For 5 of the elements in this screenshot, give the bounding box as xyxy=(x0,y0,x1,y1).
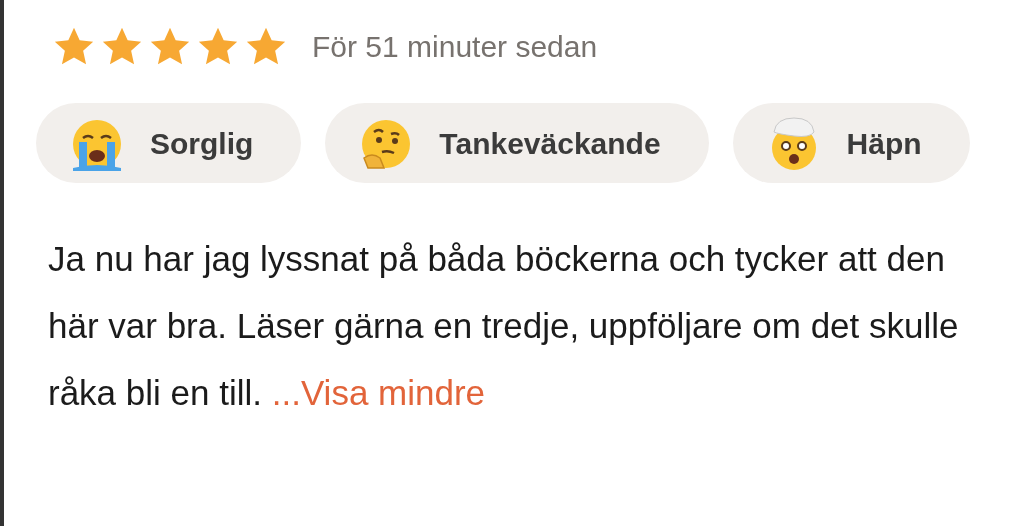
review-time: För 51 minuter sedan xyxy=(312,29,598,65)
review-text: Ja nu har jag lyssnat på båda böckerna och tycker att den här var bra. Läser gärna en tredje, uppföljare om det skulle råka bli en till. ...Visa mindre xyxy=(47,238,960,414)
reaction-chip[interactable]: Häpn xyxy=(732,103,970,183)
reaction-chip[interactable]: Tankeväckande xyxy=(325,103,709,183)
reaction-chip[interactable]: Sorglig xyxy=(36,103,302,183)
